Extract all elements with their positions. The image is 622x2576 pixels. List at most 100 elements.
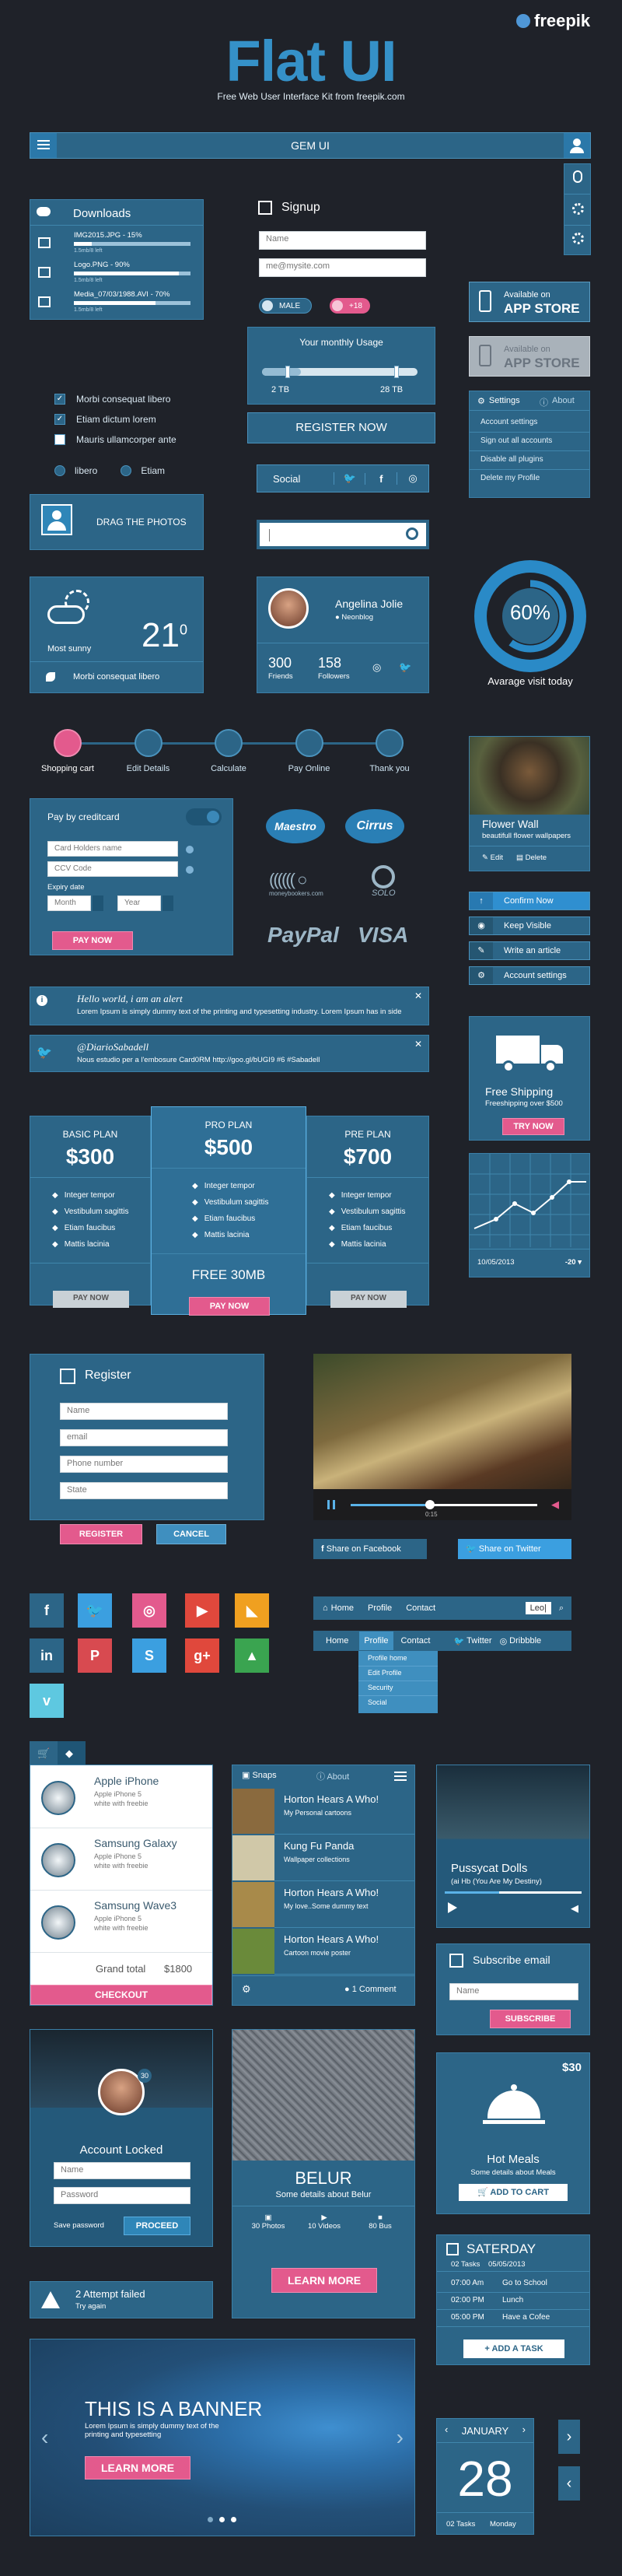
slider-handle-max[interactable] [394, 366, 399, 378]
checkbox-checked[interactable]: ✓ [54, 394, 65, 405]
comment-link[interactable]: ● 1 Comment [344, 1985, 397, 1994]
action-button[interactable]: ✎ Write an article [469, 941, 590, 960]
try-now-button[interactable]: TRY NOW [502, 1118, 564, 1135]
dribbble-icon[interactable]: ◎ [372, 661, 381, 674]
appstore-button[interactable]: Available on APP STORE [469, 282, 590, 322]
snap-thumbnail[interactable] [232, 1835, 274, 1880]
cal-side-prev[interactable]: › [558, 2420, 580, 2454]
download-item[interactable]: Media_07/03/1988.AVI - 70% 1.5mb/8 left [30, 290, 203, 318]
banner-prev[interactable]: ‹ [41, 2425, 48, 2450]
radio-button[interactable] [54, 465, 65, 476]
subscribe-name-field[interactable]: Name [449, 1983, 578, 2000]
settings-menu-item[interactable]: Account settings [470, 418, 589, 426]
register-name-field[interactable]: Name [60, 1403, 228, 1420]
facebook-icon[interactable]: f [365, 472, 397, 485]
month-select[interactable]: Month [47, 895, 91, 911]
avatar[interactable] [268, 588, 309, 629]
share-twitter-button[interactable]: 🐦 Share on Twitter [458, 1539, 571, 1559]
cal-next[interactable]: › [522, 2424, 526, 2435]
settings-menu-item[interactable]: Disable all plugins [470, 455, 589, 464]
menu-icon[interactable] [394, 1772, 407, 1773]
action-button[interactable]: ↑ Confirm Now [469, 892, 590, 910]
dropdown-item[interactable]: Edit Profile [368, 1669, 402, 1677]
snap-thumbnail[interactable] [232, 1789, 274, 1834]
dropdown-item[interactable]: Social [368, 1698, 387, 1706]
calculator-icon[interactable] [215, 729, 243, 757]
month-stepper[interactable] [93, 895, 103, 911]
register-button[interactable]: REGISTER [60, 1524, 142, 1544]
learn-more-button[interactable]: LEARN MORE [271, 2268, 377, 2293]
edit-link[interactable]: ✎ Edit [482, 853, 503, 862]
checklist-item[interactable]: ✓ Morbi consequat libero [54, 394, 170, 405]
drag-photos-box[interactable]: DRAG THE PHOTOS [30, 494, 204, 550]
tab-settings[interactable]: ⚙ Settings [477, 396, 520, 406]
snap-thumbnail[interactable] [232, 1929, 274, 1974]
register-email-field[interactable]: email [60, 1429, 228, 1446]
subscribe-button[interactable]: SUBSCRIBE [490, 2010, 571, 2028]
plan-pay-button[interactable]: PAY NOW [330, 1291, 407, 1308]
snap-thumbnail[interactable] [232, 1882, 274, 1927]
register-phone-field[interactable]: Phone number [60, 1456, 228, 1473]
pause-icon[interactable] [327, 1500, 335, 1509]
checkout-button[interactable]: CHECKOUT [30, 1985, 212, 2005]
belur-image[interactable] [232, 2030, 414, 2161]
banner-next[interactable]: › [397, 2425, 404, 2450]
add-to-cart-button[interactable]: 🛒 ADD TO CART [459, 2184, 568, 2201]
plan-pay-button[interactable]: PAY NOW [189, 1297, 270, 1316]
ccv-field[interactable]: CCV Code [47, 861, 178, 877]
download-item[interactable]: IMG2015.JPG - 15% 1.5mb/8 left [30, 231, 203, 259]
video-player[interactable]: 0:15 ◀ [313, 1354, 571, 1520]
twitter-icon[interactable]: 🐦 [333, 472, 365, 485]
delete-link[interactable]: ▤ Delete [516, 853, 547, 862]
appstore-button-disabled[interactable]: Available on APP STORE [469, 336, 590, 377]
facebook-tile[interactable]: f [30, 1593, 64, 1628]
radio-button[interactable] [121, 465, 132, 476]
plan-pay-button[interactable]: PAY NOW [53, 1291, 129, 1308]
volume-icon[interactable]: ◀ [571, 1902, 578, 1915]
checkbox-checked[interactable]: ✓ [54, 414, 65, 425]
checklist-item[interactable]: ✓ Etiam dictum lorem [54, 414, 156, 425]
product-image[interactable] [41, 1905, 75, 1940]
search-icon[interactable]: ⌕ [559, 1603, 564, 1614]
photo-image[interactable] [470, 737, 589, 815]
pinterest-tile[interactable]: P [78, 1638, 112, 1673]
cart-icon[interactable] [54, 729, 82, 757]
user-icon[interactable] [564, 133, 590, 158]
locked-name-field[interactable]: Name [54, 2162, 190, 2179]
radio-option[interactable]: libero [54, 465, 97, 476]
cancel-button[interactable]: CANCEL [156, 1524, 226, 1544]
usage-slider[interactable] [262, 366, 418, 378]
thumbs-up-icon[interactable] [376, 729, 404, 757]
male-toggle[interactable]: MALE [259, 298, 312, 314]
play-icon[interactable] [448, 1902, 457, 1913]
card-holder-field[interactable]: Card Holders name [47, 841, 178, 857]
tag-tab[interactable]: ◆ [58, 1741, 86, 1765]
linkedin-tile[interactable]: in [30, 1638, 64, 1673]
home-icon[interactable]: ⌂ [323, 1603, 328, 1613]
edit-icon[interactable] [134, 729, 162, 757]
action-button[interactable]: ◉ Keep Visible [469, 916, 590, 935]
card-icon[interactable] [295, 729, 323, 757]
dropdown-item[interactable]: Profile home [368, 1654, 407, 1662]
share-facebook-button[interactable]: f Share on Facebook [313, 1539, 427, 1559]
googleplus-tile[interactable]: g+ [185, 1638, 219, 1673]
action-button[interactable]: ⚙ Account settings [469, 966, 590, 985]
tab-about[interactable]: ⓘ About [540, 396, 575, 408]
pay-toggle[interactable] [186, 808, 222, 825]
tree-tile[interactable]: ▲ [235, 1638, 269, 1673]
add-task-button[interactable]: + ADD A TASK [463, 2339, 564, 2358]
dribbble-tile[interactable]: ◎ [132, 1593, 166, 1628]
pay-now-button[interactable]: PAY NOW [52, 931, 133, 950]
music-progress[interactable] [445, 1891, 582, 1894]
checkbox[interactable] [54, 434, 65, 445]
slider-handle-min[interactable] [285, 366, 290, 378]
banner-learn-more-button[interactable]: LEARN MORE [85, 2456, 190, 2480]
settings-menu-item[interactable]: Delete my Profile [470, 474, 589, 482]
search-input[interactable] [257, 520, 429, 549]
twitter-icon[interactable]: 🐦 [453, 1636, 464, 1646]
settings-menu-item[interactable]: Sign out all accounts [470, 436, 589, 445]
gear-icon[interactable]: ⚙ [242, 1983, 251, 1996]
locked-password-field[interactable]: Password [54, 2187, 190, 2204]
close-icon[interactable]: ✕ [414, 1039, 422, 1050]
dropdown-item[interactable]: Security [368, 1684, 393, 1691]
